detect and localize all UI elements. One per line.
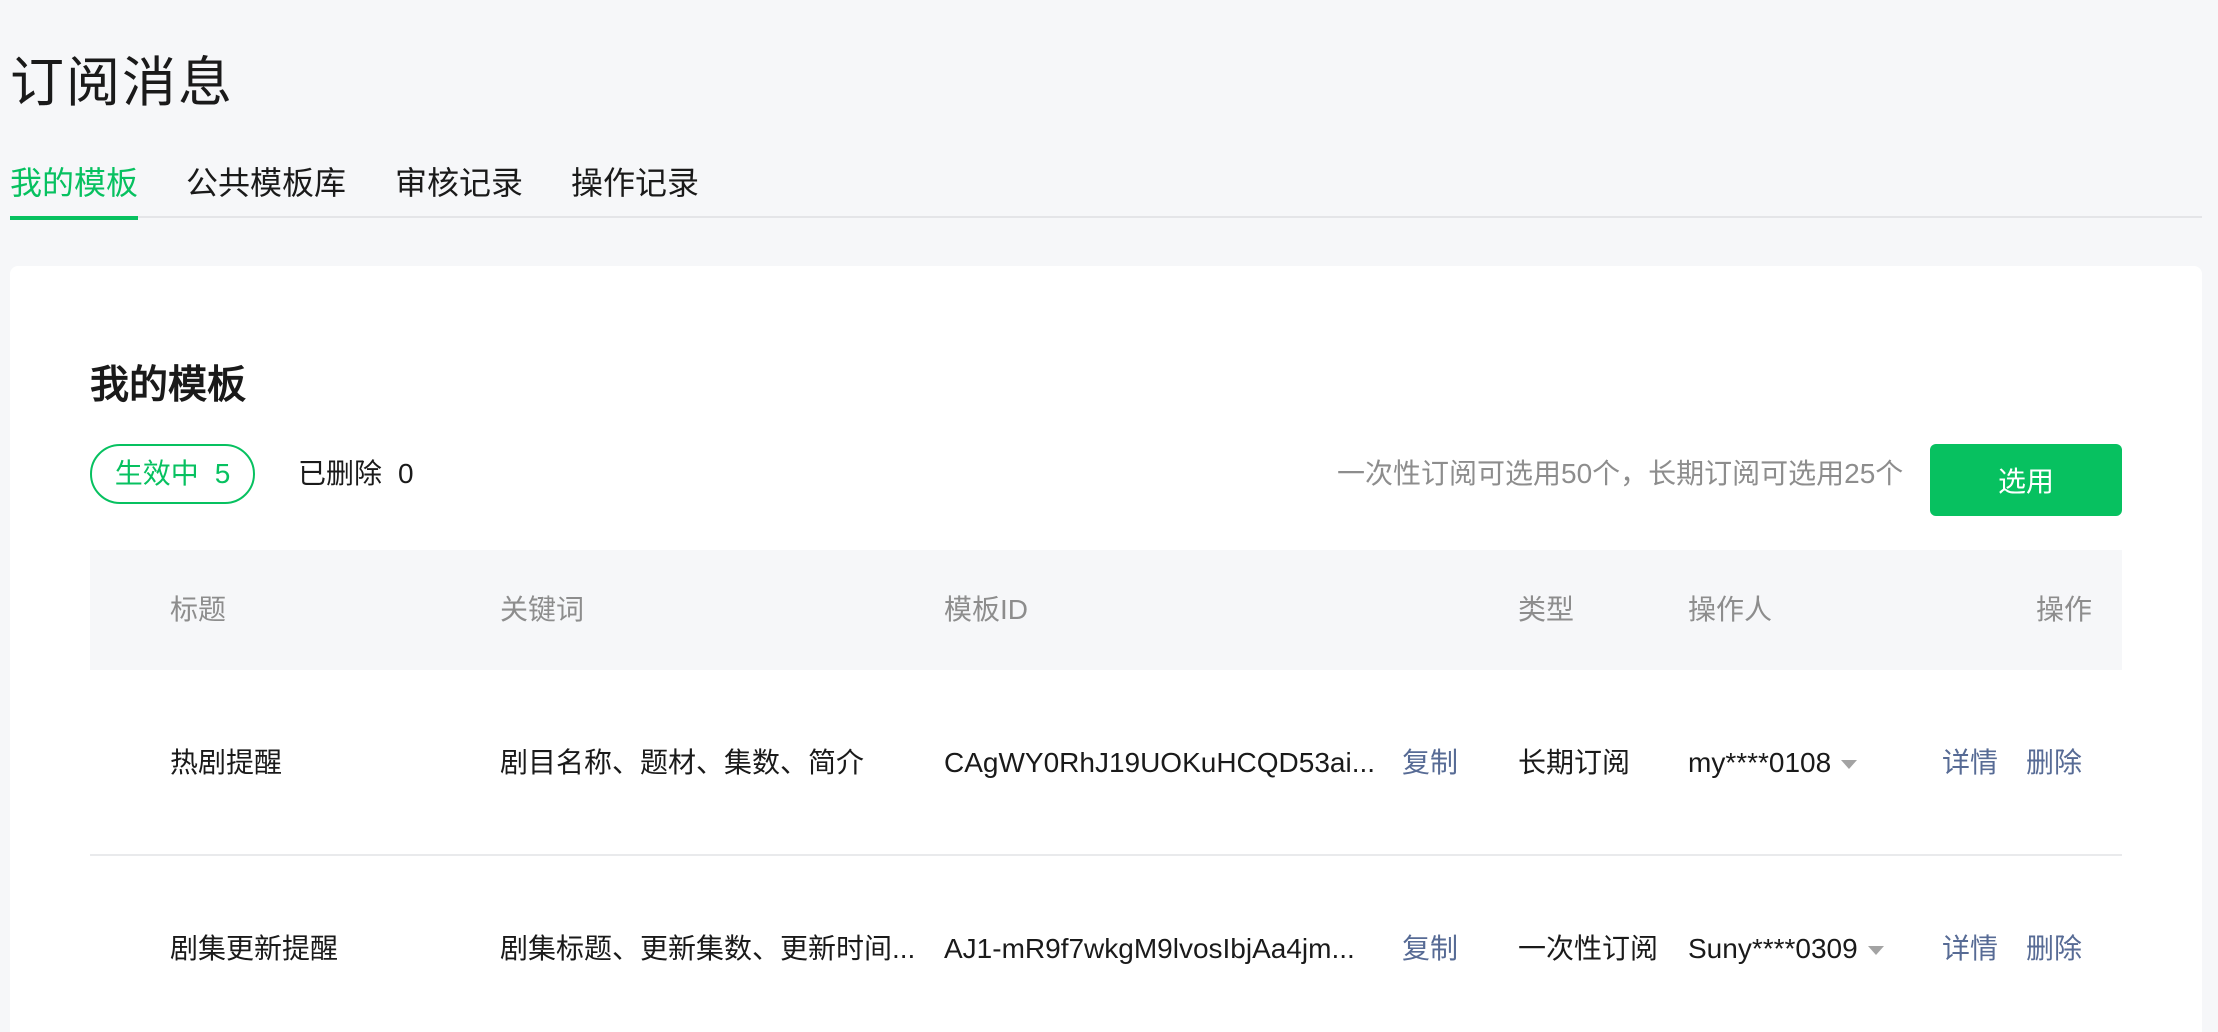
filter-active-label: 生效中 — [114, 458, 199, 489]
copy-id-link[interactable]: 复制 — [1402, 856, 1458, 1032]
filter-active-button[interactable]: 生效中 5 — [90, 444, 255, 504]
tab-public-template-library[interactable]: 公共模板库 — [186, 158, 346, 218]
caret-down-icon — [1841, 759, 1858, 769]
tab-label: 操作记录 — [571, 165, 700, 201]
caret-down-icon — [1867, 945, 1884, 955]
table-row: 热剧提醒 剧目名称、题材、集数、简介 CAgWY0RhJ19UOKuHCQD53… — [90, 670, 2122, 856]
active-tab-indicator — [10, 216, 139, 220]
tab-operation-records[interactable]: 操作记录 — [571, 158, 699, 218]
column-header-type: 类型 — [1518, 594, 1575, 625]
filter-active-count: 5 — [214, 458, 231, 489]
column-header-template-id: 模板ID — [944, 594, 1029, 625]
page-title: 订阅消息 — [10, 53, 234, 113]
filter-deleted-label: 已删除 — [298, 458, 383, 489]
tab-bar: 我的模板 公共模板库 审核记录 操作记录 — [10, 158, 2202, 220]
operator-dropdown[interactable]: my****0108 — [1688, 670, 1858, 856]
row-template-id: CAgWY0RhJ19UOKuHCQD53ai... — [944, 747, 1376, 778]
delete-link[interactable]: 删除 — [2026, 670, 2082, 856]
table-header: 标题 关键词 模板ID 类型 操作人 操作 — [90, 550, 2122, 670]
row-keywords: 剧集标题、更新集数、更新时间... — [500, 933, 916, 964]
copy-id-link[interactable]: 复制 — [1402, 670, 1458, 856]
tab-label: 我的模板 — [10, 165, 139, 201]
operator-dropdown[interactable]: Suny****0309 — [1688, 856, 1884, 1032]
row-keywords: 剧目名称、题材、集数、简介 — [500, 747, 865, 778]
quota-note: 一次性订阅可选用50个，长期订阅可选用25个 — [1337, 458, 1904, 489]
operator-name: Suny****0309 — [1688, 933, 1858, 964]
column-header-operator: 操作人 — [1688, 594, 1773, 625]
detail-link[interactable]: 详情 — [1942, 856, 1998, 1032]
filter-deleted-count: 0 — [398, 458, 414, 489]
section-title: 我的模板 — [90, 364, 247, 407]
row-template-id: AJ1-mR9f7wkgM9lvosIbjAa4jm... — [944, 933, 1355, 964]
row-title: 剧集更新提醒 — [170, 933, 339, 964]
operator-name: my****0108 — [1688, 747, 1832, 778]
page: 订阅消息 我的模板 公共模板库 审核记录 操作记录 我的模板 生效中 5 已删除 0… — [0, 0, 2218, 1032]
column-header-actions: 操作 — [2036, 594, 2093, 625]
select-template-button[interactable]: 选用 — [1930, 444, 2122, 516]
column-header-keywords: 关键词 — [500, 594, 585, 625]
column-header-title: 标题 — [170, 594, 227, 625]
delete-link[interactable]: 删除 — [2026, 856, 2082, 1032]
templates-card: 我的模板 生效中 5 已删除 0 一次性订阅可选用50个，长期订阅可选用25个 选用… — [10, 266, 2202, 1032]
filter-deleted-button[interactable]: 已删除 0 — [298, 444, 414, 504]
row-type: 长期订阅 — [1518, 747, 1631, 778]
table-row: 剧集更新提醒 剧集标题、更新集数、更新时间... AJ1-mR9f7wkgM9l… — [90, 856, 2122, 1032]
detail-link[interactable]: 详情 — [1942, 670, 1998, 856]
row-type: 一次性订阅 — [1518, 933, 1659, 964]
tab-review-records[interactable]: 审核记录 — [395, 158, 523, 218]
tab-my-templates[interactable]: 我的模板 — [10, 158, 139, 220]
tab-label: 公共模板库 — [186, 165, 347, 201]
tab-label: 审核记录 — [395, 165, 524, 201]
row-title: 热剧提醒 — [170, 747, 283, 778]
